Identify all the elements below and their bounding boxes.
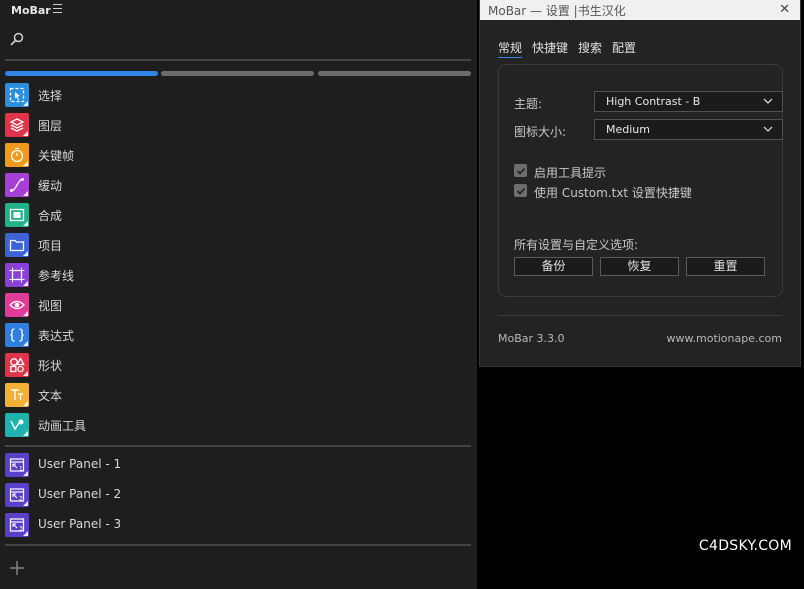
tool-shapes[interactable]: 形状: [5, 353, 471, 379]
tab-general[interactable]: 常规: [498, 39, 523, 58]
tool-label: 视图: [38, 299, 63, 313]
custom-shortcuts-label: 使用 Custom.txt 设置快捷键: [534, 186, 692, 200]
tool-label: 缓动: [38, 179, 63, 193]
chevron-down-icon: [763, 126, 773, 132]
version-label: MoBar 3.3.0: [498, 332, 565, 345]
stopwatch-icon: [5, 143, 29, 167]
tool-label: 表达式: [38, 329, 75, 343]
guides-icon: [5, 263, 29, 287]
tool-group-tab-3[interactable]: [318, 71, 471, 76]
backup-button[interactable]: 备份: [514, 257, 593, 276]
tool-project[interactable]: 项目: [5, 233, 471, 259]
panel-header: MoBar: [0, 0, 477, 22]
custom-shortcuts-checkbox[interactable]: [514, 184, 527, 197]
user-panel-2-icon: 2: [5, 483, 29, 507]
tool-label: 选择: [38, 89, 63, 103]
divider: [498, 315, 782, 316]
tool-label: 图层: [38, 119, 63, 133]
tool-keyframes[interactable]: 关键帧: [5, 143, 471, 169]
user-panel-1[interactable]: 1 User Panel - 1: [5, 453, 471, 479]
all-settings-label: 所有设置与自定义选项:: [514, 238, 639, 252]
tool-expressions[interactable]: 表达式: [5, 323, 471, 349]
selection-icon: [5, 83, 29, 107]
tool-label: 项目: [38, 239, 63, 253]
folder-icon: [5, 233, 29, 257]
tool-label: 参考线: [38, 269, 75, 283]
tab-config[interactable]: 配置: [612, 39, 636, 56]
eye-icon: [5, 293, 29, 317]
divider: [5, 544, 471, 546]
add-icon[interactable]: [9, 560, 25, 576]
website-link[interactable]: www.motionape.com: [667, 332, 782, 345]
theme-value: High Contrast - B: [606, 95, 701, 108]
chevron-down-icon: [763, 98, 773, 104]
checkmark-icon: [516, 167, 525, 175]
svg-text:2: 2: [19, 496, 23, 503]
icon-size-select[interactable]: Medium: [594, 119, 783, 140]
panel-menu-icon[interactable]: [53, 4, 62, 13]
watermark: C4DSKY.COM: [698, 538, 792, 554]
settings-group: 主题: High Contrast - B 图标大小: Medium 启用工具提…: [498, 64, 783, 297]
user-panel-label: User Panel - 2: [38, 487, 122, 501]
tool-view[interactable]: 视图: [5, 293, 471, 319]
icon-size-label: 图标大小:: [514, 125, 567, 139]
reset-button[interactable]: 重置: [686, 257, 765, 276]
close-icon[interactable]: ✕: [779, 2, 790, 17]
shapes-icon: [5, 353, 29, 377]
svg-text:1: 1: [19, 466, 23, 473]
tool-easing[interactable]: 缓动: [5, 173, 471, 199]
icon-size-value: Medium: [606, 123, 650, 136]
tool-label: 合成: [38, 209, 63, 223]
tool-label: 文本: [38, 389, 63, 403]
tool-guides[interactable]: 参考线: [5, 263, 471, 289]
checkmark-icon: [516, 187, 525, 195]
tool-selection[interactable]: 选择: [5, 83, 471, 109]
tool-group-tab-1[interactable]: [5, 71, 158, 76]
tool-animation-tools[interactable]: 动画工具: [5, 413, 471, 439]
easing-curve-icon: [5, 173, 29, 197]
tool-layers[interactable]: 图层: [5, 113, 471, 139]
user-panel-label: User Panel - 3: [38, 517, 122, 531]
search-icon[interactable]: [10, 32, 24, 46]
restore-button[interactable]: 恢复: [600, 257, 679, 276]
user-panel-label: User Panel - 1: [38, 457, 122, 471]
user-panel-3-icon: 3: [5, 513, 29, 537]
tool-composition[interactable]: 合成: [5, 203, 471, 229]
layers-icon: [5, 113, 29, 137]
text-icon: [5, 383, 29, 407]
user-panel-2[interactable]: 2 User Panel - 2: [5, 483, 471, 509]
divider: [5, 59, 471, 61]
tooltips-checkbox[interactable]: [514, 164, 527, 177]
theme-label: 主题:: [514, 97, 543, 111]
mobar-panel: MoBar 选择 图层 关键帧 缓动 合成 项目 参考线 视图 表达式 形状 文…: [0, 0, 477, 589]
svg-text:3: 3: [19, 526, 23, 533]
tab-search[interactable]: 搜索: [578, 39, 602, 56]
tool-label: 动画工具: [38, 419, 87, 433]
tooltips-label: 启用工具提示: [534, 166, 607, 180]
tab-shortcuts[interactable]: 快捷键: [532, 39, 568, 56]
composition-film-icon: [5, 203, 29, 227]
tool-text[interactable]: 文本: [5, 383, 471, 409]
window-titlebar[interactable]: MoBar — 设置 |书生汉化 ✕: [480, 0, 800, 20]
user-panel-3[interactable]: 3 User Panel - 3: [5, 513, 471, 539]
theme-select[interactable]: High Contrast - B: [594, 91, 783, 112]
tool-group-tab-2[interactable]: [161, 71, 314, 76]
braces-icon: [5, 323, 29, 347]
panel-title: MoBar: [11, 4, 51, 17]
user-panel-1-icon: 1: [5, 453, 29, 477]
animation-tools-icon: [5, 413, 29, 437]
tool-label: 形状: [38, 359, 63, 373]
window-title: MoBar — 设置 |书生汉化: [488, 4, 626, 18]
divider: [5, 445, 471, 447]
settings-window: MoBar — 设置 |书生汉化 ✕ 常规 快捷键 搜索 配置 主题: High…: [480, 0, 800, 366]
tool-label: 关键帧: [38, 149, 75, 163]
